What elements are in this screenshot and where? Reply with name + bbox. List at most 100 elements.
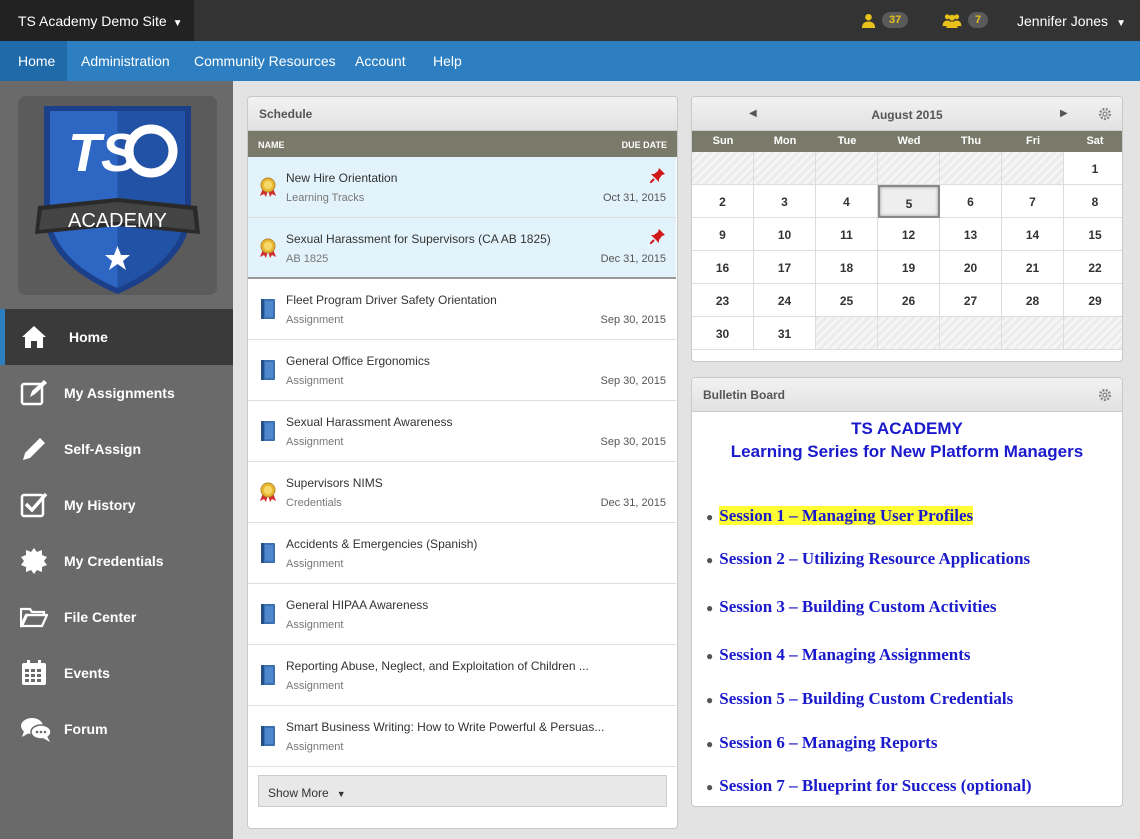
schedule-row[interactable]: General Office Ergonomics Assignment Sep 3…: [248, 340, 676, 401]
calendar-day[interactable]: 24: [754, 284, 816, 317]
session-link[interactable]: ● Session 4 – Managing Assignments: [706, 645, 971, 665]
user-count-indicator[interactable]: 37: [861, 12, 909, 28]
session-link[interactable]: ● Session 5 – Building Custom Credentials: [706, 689, 1013, 709]
calendar-day[interactable]: 12: [878, 218, 940, 251]
schedule-row[interactable]: Fleet Program Driver Safety Orientation A…: [248, 279, 676, 340]
calendar-day[interactable]: 11: [816, 218, 878, 251]
weekday-label: Sat: [1086, 135, 1104, 147]
sidebar-item-label: Events: [64, 665, 110, 681]
sidebar-item-forum[interactable]: Forum: [0, 701, 233, 757]
schedule-item-title[interactable]: General HIPAA Awareness: [286, 598, 428, 612]
schedule-row[interactable]: Reporting Abuse, Neglect, and Exploitati…: [248, 645, 676, 706]
calendar-day[interactable]: 3: [754, 185, 816, 218]
checkbox-icon: [20, 492, 48, 518]
calendar-day[interactable]: 8: [1064, 185, 1122, 218]
calendar-day[interactable]: 31: [754, 317, 816, 350]
weekday-label: Wed: [897, 135, 921, 147]
calendar-day[interactable]: 19: [878, 251, 940, 284]
logo-academy-text: ACADEMY: [68, 210, 167, 232]
group-count-indicator[interactable]: 7: [942, 12, 989, 28]
calendar-empty-cell: [1002, 317, 1064, 350]
nav-help[interactable]: Help: [433, 41, 462, 81]
schedule-item-title[interactable]: General Office Ergonomics: [286, 354, 430, 368]
calendar-day[interactable]: 28: [1002, 284, 1064, 317]
calendar-day[interactable]: 15: [1064, 218, 1122, 251]
schedule-item-title[interactable]: Reporting Abuse, Neglect, and Exploitati…: [286, 659, 589, 673]
calendar-day[interactable]: 6: [940, 185, 1002, 218]
site-selector[interactable]: TS Academy Demo Site ▼: [0, 0, 194, 41]
schedule-item-title[interactable]: New Hire Orientation: [286, 171, 397, 185]
sidebar-item-file-center[interactable]: File Center: [0, 589, 233, 645]
session-link[interactable]: ● Session 6 – Managing Reports: [706, 733, 937, 753]
calendar-day[interactable]: 14: [1002, 218, 1064, 251]
next-month-icon[interactable]: ▶: [1060, 108, 1068, 119]
calendar-day[interactable]: 1: [1064, 152, 1122, 185]
schedule-item-title[interactable]: Sexual Harassment Awareness: [286, 415, 453, 429]
schedule-item-type: Assignment: [286, 619, 344, 631]
session-link[interactable]: ● Session 3 – Building Custom Activities: [706, 597, 997, 617]
schedule-item-type: Assignment: [286, 558, 344, 570]
calendar-day[interactable]: 4: [816, 185, 878, 218]
column-header-due-date[interactable]: DUE DATE: [622, 140, 667, 150]
calendar-day[interactable]: 30: [692, 317, 754, 350]
calendar-day[interactable]: 2: [692, 185, 754, 218]
user-icon: [861, 13, 876, 28]
calendar-day[interactable]: 23: [692, 284, 754, 317]
sidebar-item-self-assign[interactable]: Self-Assign: [0, 421, 233, 477]
calendar-day[interactable]: 9: [692, 218, 754, 251]
calendar-day[interactable]: 18: [816, 251, 878, 284]
schedule-row[interactable]: General HIPAA Awareness Assignment: [248, 584, 676, 645]
sidebar-item-my-history[interactable]: My History: [0, 477, 233, 533]
sidebar-item-label: My Assignments: [64, 385, 175, 401]
weekday-label: Sun: [712, 135, 734, 147]
schedule-item-title[interactable]: Fleet Program Driver Safety Orientation: [286, 293, 497, 307]
calendar-day[interactable]: 17: [754, 251, 816, 284]
calendar-day[interactable]: 27: [940, 284, 1002, 317]
sidebar-item-my-assignments[interactable]: My Assignments: [0, 365, 233, 421]
bullet-icon: ●: [706, 649, 714, 663]
sidebar-item-events[interactable]: Events: [0, 645, 233, 701]
calendar-day-today[interactable]: 5: [878, 185, 940, 218]
user-menu[interactable]: Jennifer Jones ▼: [1017, 13, 1126, 29]
calendar-day[interactable]: 26: [878, 284, 940, 317]
nav-administration[interactable]: Administration: [81, 41, 170, 81]
nav-account[interactable]: Account: [355, 41, 406, 81]
pin-icon[interactable]: [650, 167, 666, 183]
schedule-item-title[interactable]: Supervisors NIMS: [286, 476, 383, 490]
schedule-item-title[interactable]: Accidents & Emergencies (Spanish): [286, 537, 477, 551]
gear-icon[interactable]: [1098, 107, 1112, 121]
column-header-name[interactable]: NAME: [258, 140, 285, 150]
session-link[interactable]: ● Session 7 – Blueprint for Success (opti…: [706, 776, 1032, 796]
calendar-day[interactable]: 16: [692, 251, 754, 284]
calendar-day[interactable]: 10: [754, 218, 816, 251]
gear-icon[interactable]: [1098, 388, 1112, 402]
schedule-item-type: Learning Tracks: [286, 192, 365, 204]
sidebar-item-my-credentials[interactable]: My Credentials: [0, 533, 233, 589]
site-name: TS Academy Demo Site: [18, 13, 167, 29]
calendar-day[interactable]: 29: [1064, 284, 1122, 317]
nav-community-resources[interactable]: Community Resources: [194, 41, 336, 81]
session-link[interactable]: ● Session 1 – Managing User Profiles: [706, 506, 974, 526]
schedule-row[interactable]: Accidents & Emergencies (Spanish) Assignm…: [248, 523, 676, 584]
calendar-day[interactable]: 7: [1002, 185, 1064, 218]
schedule-item-title[interactable]: Smart Business Writing: How to Write Pow…: [286, 720, 604, 734]
schedule-row[interactable]: New Hire Orientation Learning Tracks Oct 3…: [248, 157, 676, 218]
schedule-row[interactable]: Sexual Harassment for Supervisors (CA AB…: [248, 218, 676, 279]
schedule-item-title[interactable]: Sexual Harassment for Supervisors (CA AB…: [286, 232, 551, 246]
weekday-label: Thu: [960, 135, 982, 147]
schedule-row[interactable]: Supervisors NIMS Credentials Dec 31, 2015: [248, 462, 676, 523]
nav-home[interactable]: Home: [0, 41, 67, 81]
schedule-row[interactable]: Sexual Harassment Awareness Assignment Sep…: [248, 401, 676, 462]
calendar-day[interactable]: 20: [940, 251, 1002, 284]
schedule-item-due-date: Dec 31, 2015: [600, 497, 666, 509]
schedule-row[interactable]: Smart Business Writing: How to Write Pow…: [248, 706, 676, 767]
calendar-day[interactable]: 13: [940, 218, 1002, 251]
bullet-icon: ●: [706, 510, 714, 524]
calendar-day[interactable]: 22: [1064, 251, 1122, 284]
sidebar-item-home[interactable]: Home: [0, 309, 233, 365]
calendar-day[interactable]: 21: [1002, 251, 1064, 284]
calendar-day[interactable]: 25: [816, 284, 878, 317]
session-link[interactable]: ● Session 2 – Utilizing Resource Applicat…: [706, 549, 1030, 569]
show-more-button[interactable]: Show More ▼: [258, 775, 667, 807]
pin-icon[interactable]: [650, 228, 666, 244]
